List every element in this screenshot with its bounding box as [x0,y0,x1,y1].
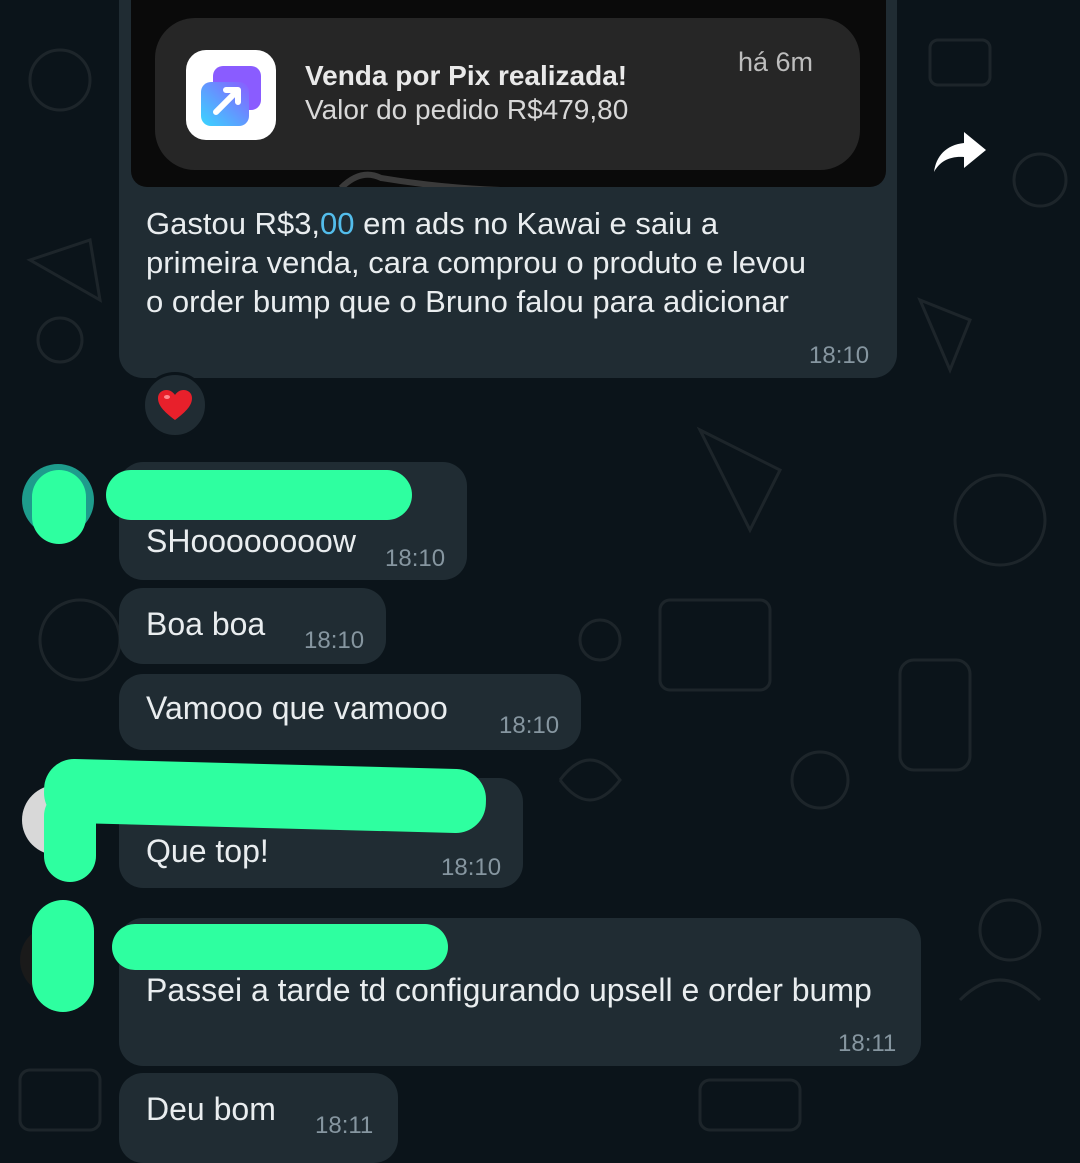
message-caption: Gastou R$3,00 em ads no Kawai e saiu a p… [146,204,806,321]
message-time: 18:10 [441,854,502,881]
caption-text: primeira venda, cara comprou o produto e… [146,245,806,280]
message-time: 18:11 [315,1112,374,1139]
message-time: 18:11 [838,1030,897,1057]
reaction-badge[interactable] [142,372,208,438]
message-text: Passei a tarde td configurando upsell e … [146,972,872,1008]
heart-icon [158,390,192,420]
message-text: SHoooooooow [146,523,356,559]
message-text: Boa boa [146,606,266,642]
forward-icon[interactable] [930,128,990,176]
redacted-avatar [32,900,94,1012]
redacted-sender-name [112,924,448,970]
caption-text: em ads no Kawai e saiu a [354,206,719,241]
message-time: 18:10 [809,342,870,369]
notification-title: Venda por Pix realizada! [305,60,628,91]
redacted-avatar [44,790,96,882]
payment-app-icon [186,50,276,140]
caption-text: o order bump que o Bruno falou para adic… [146,284,789,319]
notification-time: há 6m [738,47,814,77]
redacted-sender-name [106,470,412,520]
notification-body: Valor do pedido R$479,80 [305,94,629,125]
message-text: Que top! [146,833,269,869]
redacted-avatar [32,470,86,544]
message-time: 18:10 [385,545,446,572]
message-text: Deu bom [146,1091,276,1127]
redacted-sender-name [43,758,487,834]
caption-text: Gastou R$3, [146,206,321,241]
caption-link[interactable]: 00 [320,206,354,241]
message-text: Vamooo que vamooo [146,690,448,726]
message-time: 18:10 [304,627,365,654]
message-time: 18:10 [499,712,560,739]
